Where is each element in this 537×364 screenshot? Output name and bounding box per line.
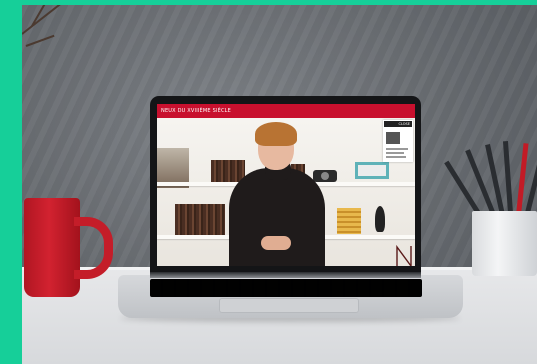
red-mug bbox=[24, 198, 80, 297]
thumbnail-line bbox=[386, 152, 404, 154]
thumbnail-badge: CLOSE bbox=[384, 121, 412, 127]
photo-stage: NEUX DU XVIIIÈME SIÈCLE CLOSE bbox=[0, 0, 537, 364]
vase-prop bbox=[375, 206, 385, 232]
presenter-body bbox=[229, 168, 325, 266]
laptop-screen: NEUX DU XVIIIÈME SIÈCLE CLOSE bbox=[157, 104, 415, 266]
thumbnail-line bbox=[386, 156, 406, 158]
video-header-bar: NEUX DU XVIIIÈME SIÈCLE bbox=[157, 104, 415, 118]
laptop-hinge bbox=[150, 272, 421, 278]
pencil-cup bbox=[472, 211, 537, 276]
camera-prop bbox=[313, 170, 337, 182]
thumbnail-overlay: CLOSE bbox=[383, 120, 413, 162]
thumbnail-line bbox=[386, 148, 408, 150]
presenter-hair bbox=[255, 122, 297, 146]
book-stack-prop bbox=[337, 208, 361, 234]
video-frame bbox=[157, 118, 415, 266]
desk-photo: NEUX DU XVIIIÈME SIÈCLE CLOSE bbox=[22, 5, 537, 364]
thumbnail-image bbox=[386, 132, 400, 144]
books bbox=[175, 204, 225, 235]
blue-frame-prop bbox=[355, 162, 389, 179]
laptop-keyboard bbox=[150, 279, 422, 297]
laptop-trackpad bbox=[219, 298, 359, 313]
n-logo-icon bbox=[395, 244, 413, 266]
presenter-hands bbox=[261, 236, 291, 250]
